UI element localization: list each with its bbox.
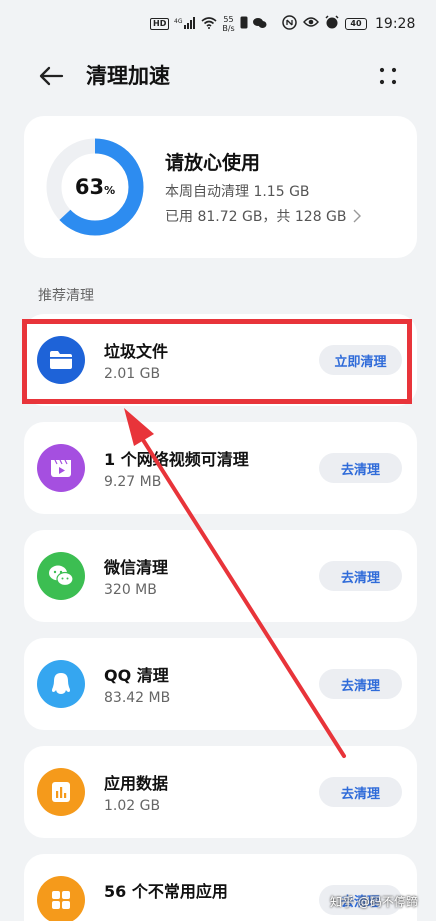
app-data-icon (37, 768, 85, 816)
item-size: 1.02 GB (104, 798, 161, 814)
section-label: 推荐清理 (38, 288, 94, 304)
storage-summary-card[interactable]: 63% 请放心使用 本周自动清理 1.15 GB 已用 81.72 GB，共 1… (24, 116, 417, 258)
cellular-signal-icon: 4G (174, 16, 196, 32)
list-item-network-video[interactable]: 1 个网络视频可清理 9.27 MB 去清理 (24, 422, 417, 514)
wechat-icon (37, 552, 85, 600)
usage-percent-sign: % (104, 183, 116, 197)
usage-percent-value: 63 (74, 175, 105, 199)
list-item-junk-files[interactable]: 垃圾文件 2.01 GB 立即清理 (24, 314, 417, 406)
item-title: 56 个不常用应用 (104, 882, 228, 901)
sim-icon (240, 16, 248, 32)
folder-icon (37, 336, 85, 384)
more-dots-icon (379, 67, 397, 85)
go-clean-button[interactable]: 去清理 (319, 561, 402, 591)
item-size: 2.01 GB (104, 366, 161, 382)
app-header: 清理加速 (0, 52, 436, 100)
clean-now-button[interactable]: 立即清理 (319, 345, 402, 375)
go-clean-button[interactable]: 去清理 (319, 777, 402, 807)
clock: 19:28 (375, 16, 416, 32)
qq-icon (37, 660, 85, 708)
page-title: 清理加速 (86, 64, 170, 88)
nfc-icon (282, 14, 297, 34)
go-clean-button[interactable]: 去清理 (319, 669, 402, 699)
weekly-cleaned-text: 本周自动清理 1.15 GB (165, 184, 310, 200)
arrow-left-icon (39, 66, 64, 86)
storage-usage-text: 已用 81.72 GB，共 128 GB (165, 209, 347, 225)
list-item-qq[interactable]: QQ 清理 83.42 MB 去清理 (24, 638, 417, 730)
more-options-button[interactable] (376, 64, 400, 88)
status-bar-left: HD 4G 55 B/s (150, 14, 267, 34)
item-title: QQ 清理 (104, 666, 169, 685)
list-item-app-data[interactable]: 应用数据 1.02 GB 去清理 (24, 746, 417, 838)
message-icon (252, 17, 267, 32)
hd-badge: HD (150, 18, 170, 30)
video-icon (37, 444, 85, 492)
list-item-wechat[interactable]: 微信清理 320 MB 去清理 (24, 530, 417, 622)
watermark: 知乎 @码不停蹄 (330, 895, 418, 909)
item-size: 9.27 MB (104, 474, 162, 490)
alarm-icon (325, 15, 339, 33)
status-bar: HD 4G 55 B/s 40 19:28 (0, 0, 436, 46)
go-clean-button[interactable]: 去清理 (319, 453, 402, 483)
item-title: 1 个网络视频可清理 (104, 450, 249, 469)
back-button[interactable] (36, 62, 66, 90)
chevron-right-icon (353, 209, 361, 223)
eye-icon (303, 16, 319, 32)
network-speed-unit: B/s (222, 24, 235, 33)
item-title: 微信清理 (104, 558, 169, 577)
status-bar-right: 40 19:28 (282, 14, 415, 34)
list-item-unused-apps[interactable]: 56 个不常用应用 去清理 (24, 854, 417, 921)
storage-usage-link[interactable]: 已用 81.72 GB，共 128 GB (165, 206, 361, 226)
network-speed-value: 55 (223, 15, 234, 24)
item-title: 应用数据 (104, 774, 169, 793)
apps-grid-icon (37, 876, 85, 921)
wifi-icon (201, 16, 217, 32)
network-speed: 55 B/s (222, 15, 234, 33)
item-title: 垃圾文件 (104, 342, 169, 361)
summary-title: 请放心使用 (165, 152, 261, 174)
item-size: 320 MB (104, 582, 157, 598)
battery-icon: 40 (345, 18, 367, 30)
svg-text:4G: 4G (174, 18, 183, 25)
item-size: 83.42 MB (104, 690, 171, 706)
usage-percent: 63% (45, 137, 145, 237)
